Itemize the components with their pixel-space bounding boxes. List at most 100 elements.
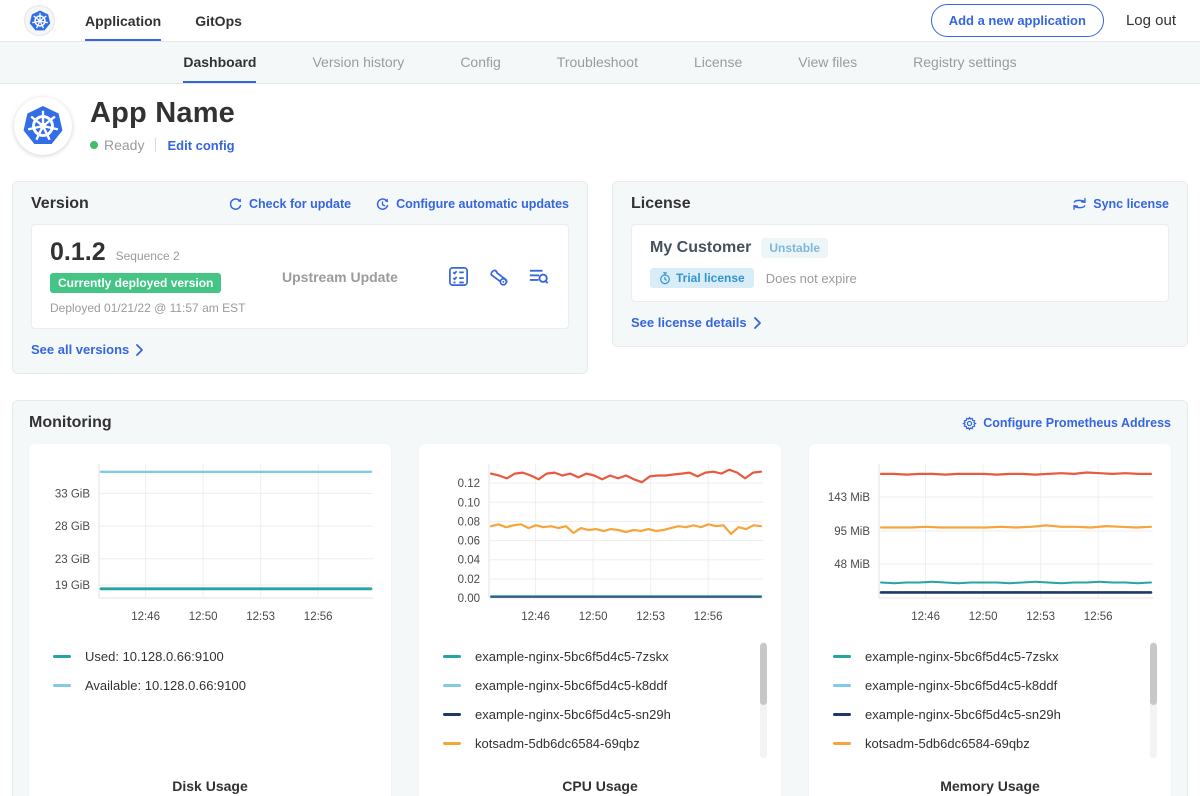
main-content: Version Check for update bbox=[0, 172, 1200, 796]
legend-swatch bbox=[443, 713, 461, 716]
disk-usage-legend: Used: 10.128.0.66:9100Available: 10.128.… bbox=[41, 640, 379, 764]
top-navigation: ApplicationGitOps Add a new application … bbox=[0, 0, 1200, 42]
legend-swatch bbox=[443, 655, 461, 658]
svg-text:28 GiB: 28 GiB bbox=[55, 521, 90, 533]
svg-text:95 MiB: 95 MiB bbox=[834, 526, 870, 538]
legend-scrollbar-thumb[interactable] bbox=[1150, 643, 1157, 705]
subnav-item-registry-settings[interactable]: Registry settings bbox=[913, 42, 1016, 83]
monitoring-panel: Monitoring Configure Prometheus Address … bbox=[12, 400, 1188, 796]
license-card: License Sync license My Customer Unstabl… bbox=[612, 181, 1188, 347]
check-for-update-link[interactable]: Check for update bbox=[228, 197, 351, 212]
app-logo bbox=[14, 97, 72, 155]
subnav-item-version-history[interactable]: Version history bbox=[312, 42, 404, 83]
customer-name: My Customer bbox=[650, 239, 751, 257]
cpu-usage-plot: 12:4612:5012:5312:560.120.100.080.060.04… bbox=[431, 456, 769, 634]
legend-label: example-nginx-5bc6f5d4c5-7zskx bbox=[865, 649, 1059, 664]
svg-text:0.04: 0.04 bbox=[458, 555, 481, 567]
sequence-label: Sequence 2 bbox=[116, 249, 180, 263]
topnav-tab-gitops[interactable]: GitOps bbox=[195, 0, 242, 41]
trial-license-badge: Trial license bbox=[650, 268, 754, 288]
refresh-icon bbox=[228, 197, 243, 212]
version-card: Version Check for update bbox=[12, 181, 588, 374]
gear-icon bbox=[962, 416, 977, 431]
edit-config-link[interactable]: Edit config bbox=[167, 138, 234, 153]
memory-usage-chart-card: 12:4612:5012:5312:56143 MiB95 MiB48 MiBe… bbox=[809, 444, 1171, 796]
legend-scrollbar-track[interactable] bbox=[760, 642, 767, 758]
svg-text:48 MiB: 48 MiB bbox=[834, 559, 870, 571]
subnav-item-license[interactable]: License bbox=[694, 42, 742, 83]
disk-usage-title: Disk Usage bbox=[41, 778, 379, 794]
svg-text:0.02: 0.02 bbox=[458, 574, 480, 586]
version-number: 0.1.2 bbox=[50, 238, 106, 267]
legend-item: Available: 10.128.0.66:9100 bbox=[53, 671, 361, 700]
charts-row: 12:4612:5012:5312:5633 GiB28 GiB23 GiB19… bbox=[29, 444, 1171, 796]
legend-item: example-nginx-5bc6f5d4c5-7zskx bbox=[833, 642, 1141, 671]
legend-item: example-nginx-5bc6f5d4c5-sn29h bbox=[443, 700, 751, 729]
svg-text:0.00: 0.00 bbox=[458, 593, 480, 605]
svg-text:0.10: 0.10 bbox=[458, 497, 480, 509]
currently-deployed-badge: Currently deployed version bbox=[50, 273, 221, 293]
legend-scrollbar-track[interactable] bbox=[1150, 642, 1157, 758]
legend-item: example-nginx-5bc6f5d4c5-k8ddf bbox=[833, 671, 1141, 700]
svg-text:143 MiB: 143 MiB bbox=[828, 492, 871, 504]
svg-text:12:56: 12:56 bbox=[304, 611, 333, 623]
legend-swatch bbox=[53, 655, 71, 658]
memory-usage-title: Memory Usage bbox=[821, 778, 1159, 794]
legend-item: example-nginx-5bc6f5d4c5-sn29h bbox=[833, 700, 1141, 729]
legend-swatch bbox=[833, 655, 851, 658]
license-card-title: License bbox=[631, 195, 691, 213]
chevron-right-icon bbox=[753, 317, 762, 329]
legend-swatch bbox=[443, 742, 461, 745]
legend-item: kotsadm-5db6dc6584-69qbz bbox=[833, 729, 1141, 758]
memory-usage-plot: 12:4612:5012:5312:56143 MiB95 MiB48 MiB bbox=[821, 456, 1159, 634]
sync-icon bbox=[1072, 197, 1087, 211]
license-expiry: Does not expire bbox=[766, 271, 857, 286]
legend-swatch bbox=[53, 684, 71, 687]
stopwatch-icon bbox=[659, 272, 671, 285]
subnav-item-troubleshoot[interactable]: Troubleshoot bbox=[557, 42, 638, 83]
sync-license-link[interactable]: Sync license bbox=[1072, 197, 1169, 211]
legend-swatch bbox=[443, 684, 461, 687]
legend-label: example-nginx-5bc6f5d4c5-sn29h bbox=[475, 707, 671, 722]
disk-usage-plot: 12:4612:5012:5312:5633 GiB28 GiB23 GiB19… bbox=[41, 456, 379, 634]
deployed-timestamp: Deployed 01/21/22 @ 11:57 am EST bbox=[50, 301, 282, 315]
channel-badge: Unstable bbox=[761, 238, 828, 258]
legend-label: kotsadm-5db6dc6584-69qbz bbox=[475, 736, 640, 751]
cpu-usage-legend: example-nginx-5bc6f5d4c5-7zskxexample-ng… bbox=[431, 640, 769, 764]
version-card-title: Version bbox=[31, 195, 89, 213]
subnav-item-config[interactable]: Config bbox=[460, 42, 500, 83]
see-all-versions-link[interactable]: See all versions bbox=[31, 342, 569, 357]
svg-text:19 GiB: 19 GiB bbox=[55, 580, 90, 592]
legend-item: example-nginx-5bc6f5d4c5-k8ddf bbox=[443, 671, 751, 700]
config-wrench-icon[interactable] bbox=[487, 265, 510, 288]
legend-scrollbar-thumb[interactable] bbox=[760, 643, 767, 705]
app-header: App Name Ready Edit config bbox=[0, 84, 1200, 172]
svg-text:12:46: 12:46 bbox=[131, 611, 160, 623]
status-text: Ready bbox=[104, 137, 144, 153]
logout-link[interactable]: Log out bbox=[1126, 12, 1176, 29]
subnav-item-view-files[interactable]: View files bbox=[798, 42, 857, 83]
legend-label: example-nginx-5bc6f5d4c5-sn29h bbox=[865, 707, 1061, 722]
see-license-details-link[interactable]: See license details bbox=[631, 315, 1169, 330]
topnav-tabs: Application GitOps bbox=[85, 0, 242, 41]
topnav-tab-application[interactable]: Application bbox=[85, 0, 161, 41]
chevron-right-icon bbox=[135, 344, 144, 356]
app-subnav: Dashboard Version history Config Troublesho… bbox=[0, 42, 1200, 84]
legend-label: example-nginx-5bc6f5d4c5-k8ddf bbox=[475, 678, 667, 693]
configure-automatic-updates-link[interactable]: Configure automatic updates bbox=[375, 197, 569, 212]
svg-text:12:53: 12:53 bbox=[246, 611, 275, 623]
configure-prometheus-link[interactable]: Configure Prometheus Address bbox=[962, 416, 1171, 431]
legend-item: kotsadm-5db6dc6584-69qbz bbox=[443, 729, 751, 758]
divider bbox=[155, 138, 156, 152]
legend-label: Available: 10.128.0.66:9100 bbox=[85, 678, 246, 693]
app-brand[interactable] bbox=[24, 0, 55, 41]
memory-usage-legend: example-nginx-5bc6f5d4c5-7zskx example-ng… bbox=[821, 640, 1159, 764]
preflight-checks-icon[interactable] bbox=[447, 265, 470, 288]
subnav-item-dashboard[interactable]: Dashboard bbox=[183, 42, 256, 83]
add-new-application-button[interactable]: Add a new application bbox=[931, 4, 1104, 37]
svg-text:0.12: 0.12 bbox=[458, 478, 480, 490]
page-title: App Name bbox=[90, 97, 235, 130]
view-logs-icon[interactable] bbox=[527, 265, 550, 288]
svg-text:12:56: 12:56 bbox=[1084, 611, 1113, 623]
kubernetes-logo-icon bbox=[29, 10, 51, 32]
